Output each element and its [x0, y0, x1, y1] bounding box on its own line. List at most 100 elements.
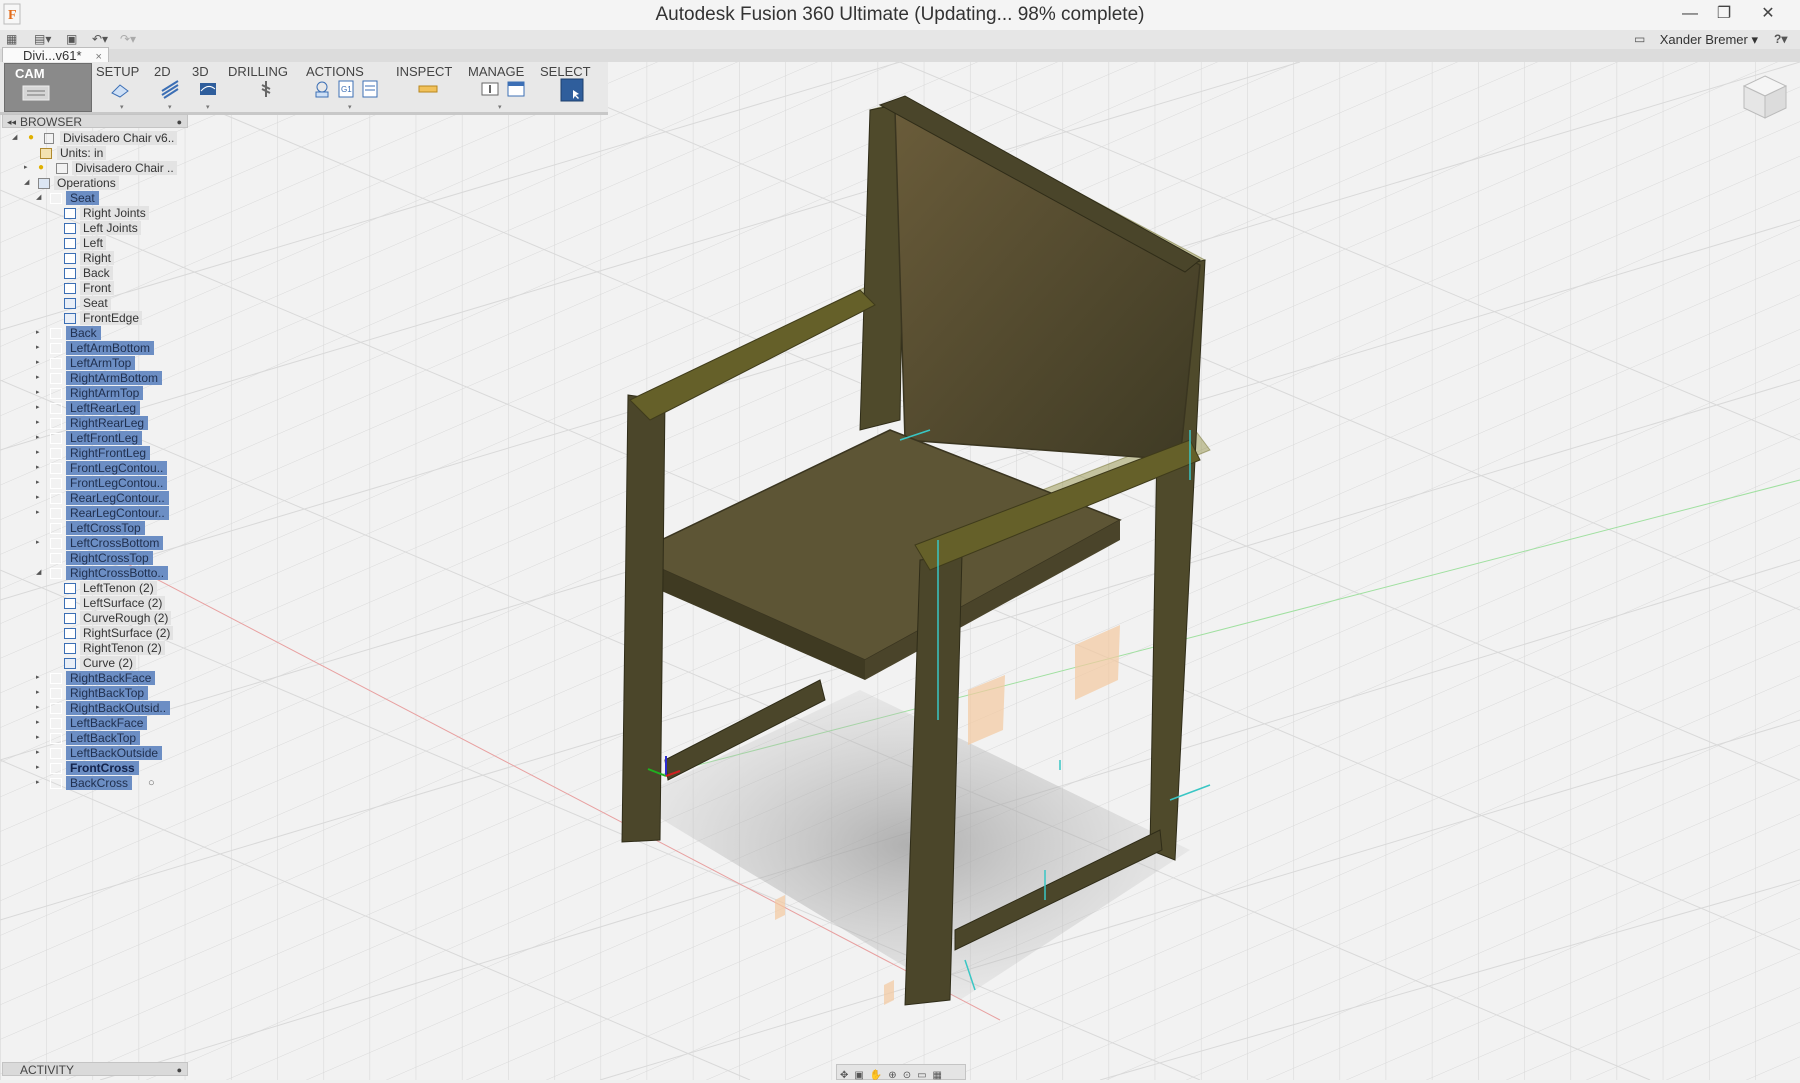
tree-node-model[interactable]: ▸ ● Divisadero Chair .. [0, 161, 190, 175]
title-bar: F Autodesk Fusion 360 Ultimate (Updating… [0, 0, 1800, 30]
expand-arrow-icon[interactable]: ▸ [36, 716, 46, 730]
notifications-icon[interactable]: ▭ [1634, 32, 1645, 46]
orbit-icon[interactable]: ✥ [840, 1070, 848, 1081]
expand-arrow-icon[interactable]: ▸ [36, 746, 46, 760]
tree-node-label: RightBackOutsid.. [66, 701, 171, 715]
expand-arrow-icon[interactable]: ▸ [36, 431, 46, 445]
operation-icon [64, 208, 76, 219]
toolbar-group-3d[interactable]: 3D ▾ [192, 63, 228, 111]
setup-icon [50, 358, 62, 369]
radio-icon[interactable]: ○ [148, 776, 155, 790]
expand-arrow-icon[interactable]: ◢ [12, 131, 22, 145]
tree-node-label: LeftBackFace [66, 716, 148, 730]
expand-arrow-icon[interactable]: ▸ [36, 416, 46, 430]
zoom-icon[interactable]: ⊕ [888, 1070, 896, 1081]
expand-arrow-icon[interactable]: ▸ [36, 461, 46, 475]
toolbar-group-select[interactable]: SELECT [540, 63, 600, 111]
grid-settings-icon[interactable]: ▦ [933, 1070, 942, 1081]
select-icon [560, 78, 584, 102]
redo-icon[interactable]: ↷▾ [120, 32, 136, 46]
grid-icon[interactable]: ▦ [6, 32, 17, 46]
toolbar-group-setup[interactable]: SETUP ▾ [96, 63, 144, 111]
pan-icon[interactable]: ✋ [870, 1070, 882, 1081]
expand-arrow-icon[interactable]: ▸ [36, 686, 46, 700]
expand-arrow-icon[interactable]: ◢ [24, 176, 34, 190]
expand-arrow-icon[interactable]: ▸ [36, 386, 46, 400]
model-scene[interactable] [0, 62, 1800, 1080]
2d-label: 2D [154, 64, 171, 79]
browser-panel-header[interactable]: ◂◂ BROWSER ● [2, 114, 188, 129]
tree-node-label: LeftBackTop [66, 731, 141, 745]
expand-arrow-icon[interactable]: ▸ [36, 731, 46, 745]
setup-icon [50, 493, 62, 504]
tree-node-label: RightRearLeg [66, 416, 149, 430]
surface-operation-icon [64, 313, 76, 324]
setup-label: SETUP [96, 64, 140, 79]
tree-node-units[interactable]: Units: in [0, 146, 190, 160]
tree-node-label: RightBackTop [66, 686, 149, 700]
look-at-icon[interactable]: ▣ [854, 1070, 863, 1081]
tree-node-label: LeftBackOutside [66, 746, 163, 760]
expand-arrow-icon[interactable]: ◢ [36, 191, 46, 205]
toolbar-group-inspect[interactable]: INSPECT [396, 63, 456, 111]
expand-arrow-icon[interactable]: ▸ [36, 506, 46, 520]
restore-button[interactable]: ❐ [1702, 0, 1746, 30]
toolbar-group-actions[interactable]: ACTIONS G1 ▾ [306, 63, 386, 111]
setup-icon [50, 448, 62, 459]
expand-arrow-icon[interactable]: ▸ [36, 491, 46, 505]
undo-icon[interactable]: ↶▾ [92, 32, 108, 46]
setup-icon [50, 193, 62, 204]
tree-node-label: Left [80, 236, 107, 250]
save-icon[interactable]: ▣ [66, 32, 77, 46]
display-settings-icon[interactable]: ▭ [917, 1070, 926, 1081]
2d-toolpath-icon [161, 80, 179, 99]
user-menu[interactable]: Xander Bremer ▾ [1660, 32, 1758, 48]
tree-node-label: Left Joints [80, 221, 141, 235]
setup-icon [50, 433, 62, 444]
fit-icon[interactable]: ⊙ [903, 1070, 911, 1081]
tree-node-label: RightCrossTop [66, 551, 153, 565]
expand-arrow-icon[interactable]: ▸ [36, 536, 46, 550]
canvas-viewport[interactable] [0, 62, 1800, 1080]
expand-arrow-icon[interactable]: ▸ [36, 446, 46, 460]
close-window-button[interactable]: ✕ [1746, 0, 1790, 30]
3d-toolpath-icon [200, 83, 216, 95]
tree-node-root[interactable]: ◢ ● Divisadero Chair v6.. [0, 131, 190, 145]
expand-arrow-icon[interactable]: ▸ [36, 776, 46, 790]
expand-arrow-icon[interactable]: ▸ [36, 761, 46, 775]
collapse-browser-icon[interactable]: ◂◂ [7, 115, 16, 129]
toolbar-group-manage[interactable]: MANAGE ▾ [468, 63, 534, 111]
expand-arrow-icon[interactable]: ▸ [36, 341, 46, 355]
expand-arrow-icon[interactable]: ◢ [36, 566, 46, 580]
tree-node-label: FrontLegContou.. [66, 461, 168, 475]
expand-arrow-icon[interactable]: ▸ [24, 161, 34, 175]
tree-node-label: LeftCrossBottom [66, 536, 164, 550]
window-title: Autodesk Fusion 360 Ultimate (Updating..… [655, 4, 1145, 25]
tree-node-label: CurveRough (2) [80, 611, 172, 625]
operation-icon [64, 223, 76, 234]
expand-arrow-icon[interactable]: ▸ [36, 476, 46, 490]
pin-icon[interactable]: ● [177, 115, 182, 129]
3d-caret-icon: ▾ [206, 104, 210, 111]
setup-icon [50, 763, 62, 774]
actions-caret-icon: ▾ [348, 104, 352, 111]
expand-arrow-icon[interactable]: ▸ [36, 371, 46, 385]
help-icon[interactable]: ?▾ [1774, 32, 1787, 46]
view-cube[interactable] [1740, 72, 1790, 122]
toolbar-group-2d[interactable]: 2D ▾ [154, 63, 190, 111]
tree-node-label: RearLegContour.. [66, 491, 169, 505]
pin-icon[interactable]: ● [177, 1063, 182, 1077]
file-icon[interactable]: ▤▾ [34, 32, 51, 46]
workspace-switcher[interactable]: CAM [4, 63, 92, 112]
expand-arrow-icon[interactable]: ▸ [36, 401, 46, 415]
activity-panel-header[interactable]: ACTIVITY ● [2, 1062, 188, 1077]
expand-arrow-icon[interactable]: ▸ [36, 671, 46, 685]
tree-node-label: Seat [80, 296, 111, 310]
expand-arrow-icon[interactable]: ▸ [36, 326, 46, 340]
expand-arrow-icon[interactable]: ▸ [36, 356, 46, 370]
expand-arrow-icon[interactable]: ▸ [36, 701, 46, 715]
toolbar-group-drilling[interactable]: DRILLING [228, 63, 298, 111]
tree-node-operations[interactable]: ◢ Operations [0, 176, 190, 190]
operation-icon [64, 628, 76, 639]
document-tab[interactable]: Divi...v61* × [2, 47, 109, 63]
